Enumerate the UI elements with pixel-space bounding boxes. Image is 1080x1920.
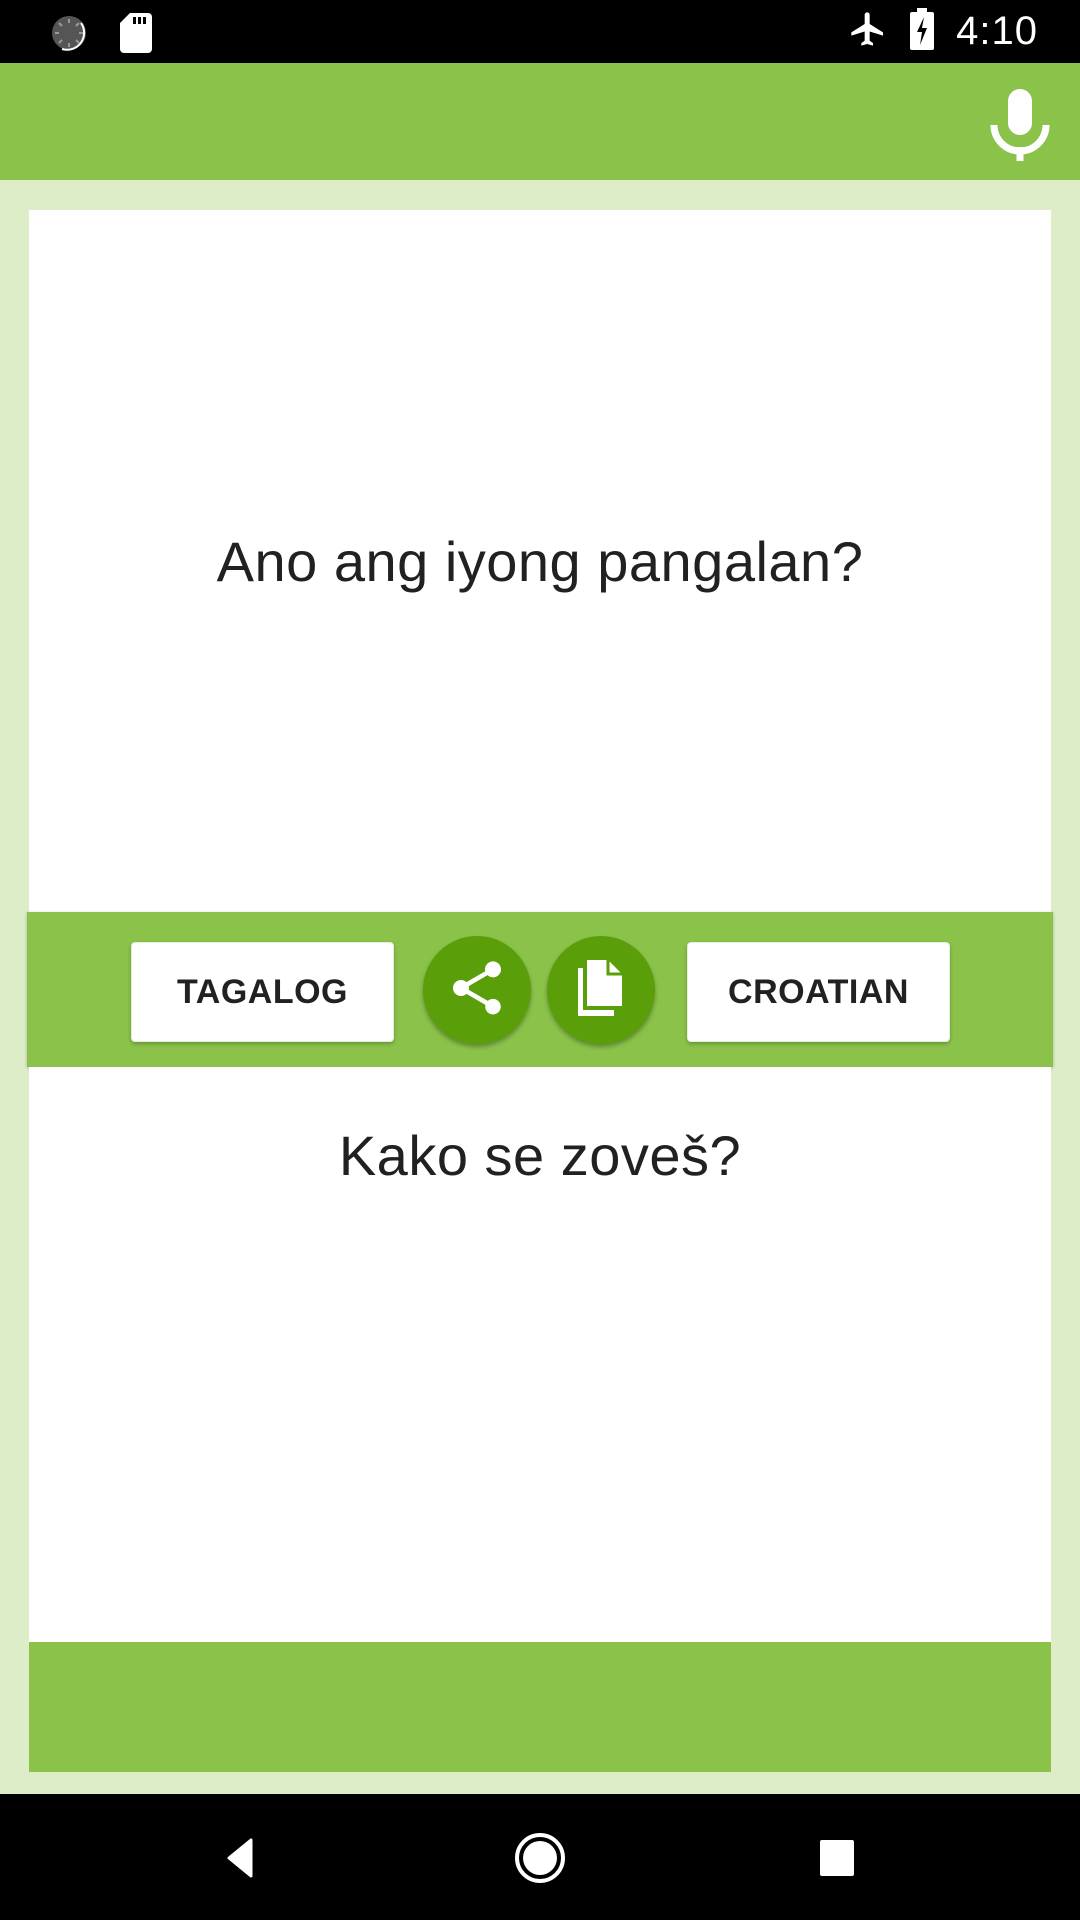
back-button[interactable] [215, 1828, 275, 1888]
translated-text: Kako se zoveš? [338, 1124, 742, 1187]
status-right-icons: 4:10 [848, 8, 1038, 55]
home-button[interactable] [510, 1828, 570, 1888]
target-language-button[interactable]: CROATIAN [687, 942, 950, 1042]
ad-banner-area [29, 1642, 1051, 1772]
battery-charging-icon [910, 8, 935, 55]
status-left-icons [48, 12, 152, 59]
recents-button[interactable] [808, 1828, 868, 1888]
back-triangle-icon [215, 1838, 275, 1892]
sd-card-icon [120, 13, 152, 58]
navigation-bar [0, 1794, 1080, 1920]
copy-icon [574, 958, 628, 1023]
loading-circle-icon [48, 12, 90, 59]
app-bar [0, 63, 1080, 180]
status-time: 4:10 [956, 9, 1038, 53]
microphone-icon [988, 89, 1052, 165]
status-bar: 4:10 [0, 0, 1080, 63]
share-button[interactable] [423, 936, 531, 1044]
language-controls-bar: TAGALOG CROATIAN [27, 912, 1053, 1067]
home-circle-icon [510, 1833, 570, 1892]
source-text: Ano ang iyong pangalan? [216, 529, 864, 593]
source-text-panel[interactable]: Ano ang iyong pangalan? [29, 210, 1051, 912]
voice-input-button[interactable] [988, 89, 1052, 161]
target-text-panel: Kako se zoveš? [29, 1067, 1051, 1642]
airplane-mode-icon [848, 8, 888, 55]
source-language-button[interactable]: TAGALOG [131, 942, 394, 1042]
share-icon [445, 956, 509, 1025]
recents-square-icon [808, 1840, 868, 1892]
copy-button[interactable] [547, 936, 655, 1044]
